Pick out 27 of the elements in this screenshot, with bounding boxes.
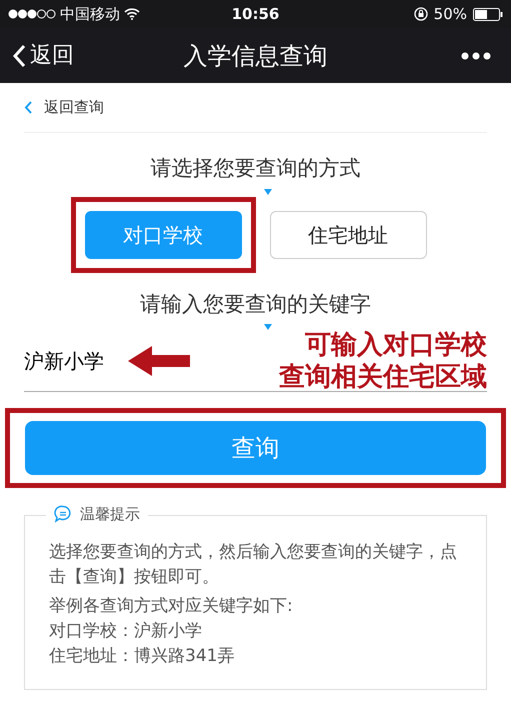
rotation-lock-icon	[414, 7, 428, 21]
chat-bubble-icon	[54, 505, 72, 524]
battery-percent: 50%	[434, 4, 467, 25]
back-button[interactable]: 返回	[12, 39, 74, 72]
tips-title: 温馨提示	[80, 504, 140, 525]
caret-icon	[264, 324, 272, 330]
page-title: 入学信息查询	[184, 40, 328, 72]
chevron-left-icon	[12, 44, 26, 68]
more-icon[interactable]	[461, 52, 491, 60]
tip-text: 住宅地址：博兴路341弄	[49, 645, 236, 668]
battery-icon	[473, 8, 503, 20]
back-link[interactable]: 返回查询	[24, 96, 104, 119]
tip-text: 对口学校：沪新小学	[49, 620, 203, 643]
signal-icon	[8, 9, 56, 19]
keyword-prompt: 请输入您要查询的关键字	[140, 292, 371, 316]
caret-icon	[264, 188, 272, 194]
wifi-icon	[124, 8, 140, 20]
keyword-input[interactable]: 沪新小学	[24, 346, 124, 376]
clock-time: 10:56	[232, 4, 280, 25]
annotation-text: 可输入对口学校 查询相关住宅区域	[279, 328, 487, 392]
tip-text: 选择您要查询的方式，然后输入您要查询的关键字，点击【查询】按钮即可。	[49, 541, 458, 589]
chevron-left-icon	[24, 101, 32, 114]
mode-prompt: 请选择您要查询的方式	[150, 156, 360, 180]
tip-text: 举例各查询方式对应关键字如下:	[49, 595, 294, 618]
arrow-icon	[128, 346, 192, 376]
carrier-name: 中国移动	[60, 4, 120, 25]
mode-button[interactable]: 住宅地址	[270, 210, 426, 258]
